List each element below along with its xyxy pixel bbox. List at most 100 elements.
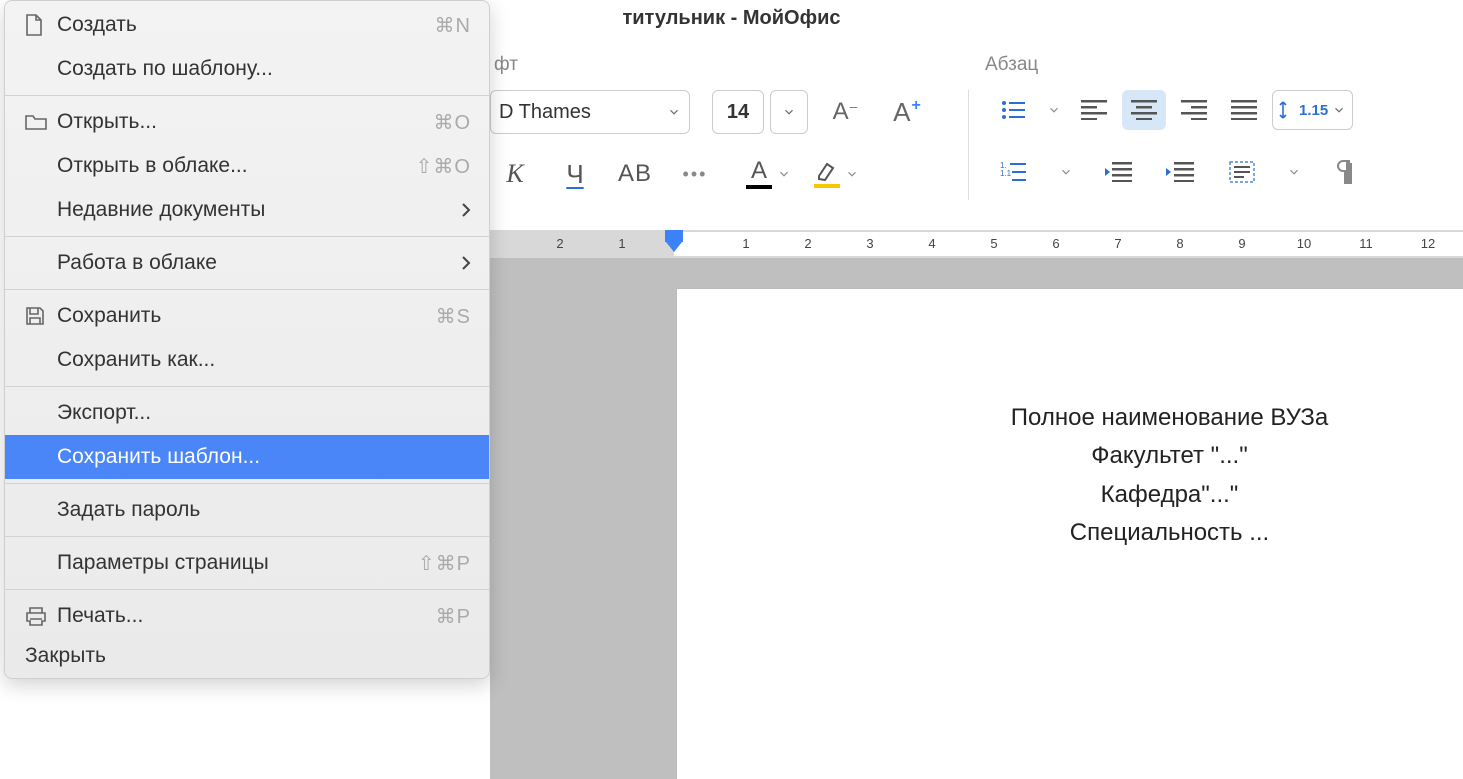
highlight-dropdown[interactable] <box>840 167 864 181</box>
menu-create[interactable]: Создать ⌘N <box>5 3 489 47</box>
menu-label: Печать... <box>57 604 436 628</box>
menu-close[interactable]: Закрыть <box>5 638 489 672</box>
document-line[interactable]: Специальность ... <box>677 514 1463 552</box>
menu-shortcut: ⌘N <box>435 13 471 38</box>
font-family-select[interactable]: D Thames <box>490 90 690 134</box>
menu-label: Закрыть <box>25 644 106 667</box>
printer-icon <box>25 606 57 626</box>
menu-cloud-work[interactable]: Работа в облаке <box>5 241 489 285</box>
menu-label: Сохранить шаблон... <box>57 445 471 469</box>
menu-shortcut: ⌘P <box>436 604 471 629</box>
menu-save-as[interactable]: Сохранить как... <box>5 338 489 382</box>
ruler-indent-marker[interactable] <box>665 230 683 242</box>
document-line[interactable]: Кафедра"..." <box>677 476 1463 514</box>
underline-button[interactable]: Ч <box>550 154 600 194</box>
ribbon-label-paragraph: Абзац <box>985 54 1038 76</box>
more-formatting-button[interactable]: ••• <box>670 154 720 194</box>
menu-separator <box>5 589 489 590</box>
font-color-swatch <box>746 185 772 189</box>
menu-open-cloud[interactable]: Открыть в облаке... ⇧⌘O <box>5 144 489 188</box>
ruler-tick: 2 <box>550 236 570 251</box>
line-spacing-icon <box>1279 100 1295 120</box>
ruler-tick: 4 <box>922 236 942 251</box>
menu-separator <box>5 236 489 237</box>
ruler-tick: 2 <box>798 236 818 251</box>
ruler-tick: 1 <box>736 236 756 251</box>
window-title-text: титульник - МойОфис <box>622 7 840 30</box>
menu-label: Сохранить <box>57 304 436 328</box>
document-line[interactable]: Полное наименование ВУЗа <box>677 399 1463 437</box>
menu-save[interactable]: Сохранить ⌘S <box>5 294 489 338</box>
ruler-tick: 12 <box>1418 236 1438 251</box>
font-row2: К Ч AB ••• А <box>490 152 1463 196</box>
ruler-tick: 7 <box>1108 236 1128 251</box>
document-canvas: Полное наименование ВУЗаФакультет "..."К… <box>490 258 1463 779</box>
ruler-tick: 6 <box>1046 236 1066 251</box>
document-body[interactable]: Полное наименование ВУЗаФакультет "..."К… <box>677 399 1463 553</box>
menu-export[interactable]: Экспорт... <box>5 391 489 435</box>
menu-label: Открыть... <box>57 110 433 134</box>
highlight-button[interactable] <box>814 160 840 188</box>
line-spacing-select[interactable]: 1.15 <box>1272 90 1353 130</box>
ruler-tick: 1 <box>612 236 632 251</box>
bulleted-list-button[interactable] <box>992 90 1036 130</box>
chevron-right-icon <box>461 255 471 271</box>
horizontal-ruler[interactable]: 2112345678910111213 <box>490 230 1463 258</box>
menu-label: Сохранить как... <box>57 348 471 372</box>
document-icon <box>25 14 57 36</box>
menu-label: Задать пароль <box>57 498 471 522</box>
font-size-input[interactable]: 14 <box>712 90 764 134</box>
increase-font-button[interactable]: A+ <box>884 90 930 134</box>
menu-label: Создать <box>57 13 435 37</box>
highlighter-icon <box>815 160 839 182</box>
align-left-button[interactable] <box>1072 90 1116 130</box>
menu-page-params[interactable]: Параметры страницы ⇧⌘P <box>5 541 489 585</box>
ruler-tick: 11 <box>1356 236 1376 251</box>
menu-shortcut: ⌘S <box>436 304 471 329</box>
font-color-button[interactable]: А <box>746 159 772 189</box>
highlight-color-swatch <box>814 184 840 188</box>
menu-create-template[interactable]: Создать по шаблону... <box>5 47 489 91</box>
align-right-button[interactable] <box>1172 90 1216 130</box>
menu-label: Открыть в облаке... <box>57 154 416 178</box>
text-case-button[interactable]: AB <box>610 154 660 194</box>
ribbon-label-font: фт <box>494 54 518 76</box>
ruler-ticks: 2112345678910111213 <box>490 230 1463 258</box>
font-color-dropdown[interactable] <box>772 167 796 181</box>
decrease-font-button[interactable]: A– <box>822 90 868 134</box>
menu-print[interactable]: Печать... ⌘P <box>5 594 489 638</box>
align-center-button[interactable] <box>1122 90 1166 130</box>
ruler-tick: 8 <box>1170 236 1190 251</box>
chevron-down-icon <box>1332 103 1346 117</box>
menu-shortcut: ⌘O <box>433 110 471 135</box>
menu-save-template[interactable]: Сохранить шаблон... <box>5 435 489 479</box>
font-size-value: 14 <box>727 101 749 124</box>
menu-separator <box>5 289 489 290</box>
chevron-down-icon <box>777 167 791 181</box>
line-spacing-value: 1.15 <box>1299 102 1328 119</box>
document-page[interactable]: Полное наименование ВУЗаФакультет "..."К… <box>676 288 1463 779</box>
list-dropdown[interactable] <box>1042 103 1066 117</box>
chevron-down-icon <box>1047 103 1061 117</box>
font-family-value: D Thames <box>499 101 591 124</box>
menu-separator <box>5 483 489 484</box>
file-menu: Создать ⌘N Создать по шаблону... Открыть… <box>4 0 490 679</box>
menu-shortcut: ⇧⌘P <box>418 551 471 576</box>
menu-separator <box>5 386 489 387</box>
chevron-right-icon <box>461 202 471 218</box>
menu-open[interactable]: Открыть... ⌘O <box>5 100 489 144</box>
chevron-down-icon <box>782 105 796 119</box>
align-justify-button[interactable] <box>1222 90 1266 130</box>
menu-label: Создать по шаблону... <box>57 57 471 81</box>
ruler-tick: 10 <box>1294 236 1314 251</box>
document-line[interactable]: Факультет "..." <box>677 437 1463 475</box>
menu-recent[interactable]: Недавние документы <box>5 188 489 232</box>
save-icon <box>25 306 57 326</box>
font-size-dropdown[interactable] <box>770 90 808 134</box>
italic-button[interactable]: К <box>490 154 540 194</box>
ruler-tick: 3 <box>860 236 880 251</box>
menu-label: Экспорт... <box>57 401 471 425</box>
paragraph-row1: 1.15 <box>992 90 1353 130</box>
ruler-tick: 9 <box>1232 236 1252 251</box>
menu-set-password[interactable]: Задать пароль <box>5 488 489 532</box>
